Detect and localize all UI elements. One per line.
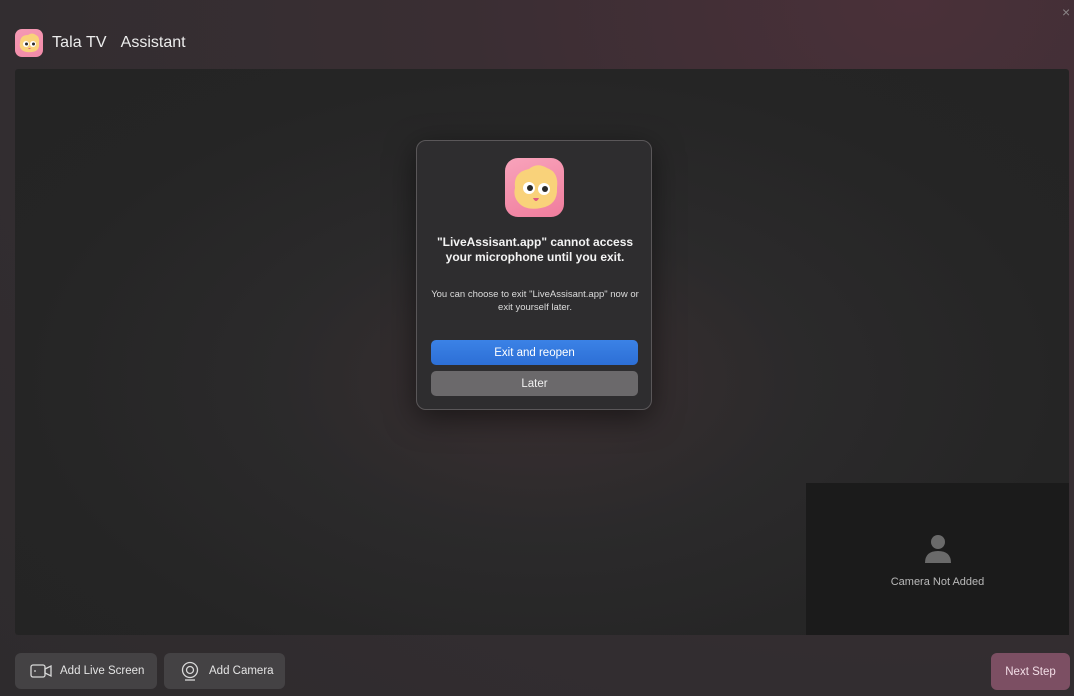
person-icon xyxy=(924,533,952,563)
close-window-icon[interactable]: × xyxy=(1062,4,1074,20)
add-camera-button[interactable]: Add Camera xyxy=(164,653,285,689)
add-live-screen-label: Add Live Screen xyxy=(60,665,145,677)
webcam-icon xyxy=(179,661,201,681)
later-button[interactable]: Later xyxy=(431,371,638,396)
add-live-screen-button[interactable]: Add Live Screen xyxy=(15,653,157,689)
dialog-title: "LiveAssisant.app" cannot access your mi… xyxy=(436,235,634,264)
liveassistant-app-icon xyxy=(505,158,564,217)
app-subtitle: Assistant xyxy=(120,34,186,51)
add-camera-label: Add Camera xyxy=(209,665,274,677)
microphone-permission-dialog: "LiveAssisant.app" cannot access your mi… xyxy=(416,140,652,410)
app-window: × Tala TV Assistant Camera Not Added Add… xyxy=(0,0,1074,696)
camera-preview: Camera Not Added xyxy=(806,483,1069,635)
screen-camera-icon xyxy=(30,662,52,680)
next-step-button[interactable]: Next Step xyxy=(991,653,1070,690)
tala-mascot-logo-icon xyxy=(15,29,43,57)
exit-and-reopen-button[interactable]: Exit and reopen xyxy=(431,340,638,365)
camera-status-text: Camera Not Added xyxy=(890,576,985,588)
app-title: Tala TV xyxy=(52,34,107,51)
app-header: Tala TV Assistant xyxy=(15,29,186,57)
dialog-message: You can choose to exit "LiveAssisant.app… xyxy=(431,289,639,313)
